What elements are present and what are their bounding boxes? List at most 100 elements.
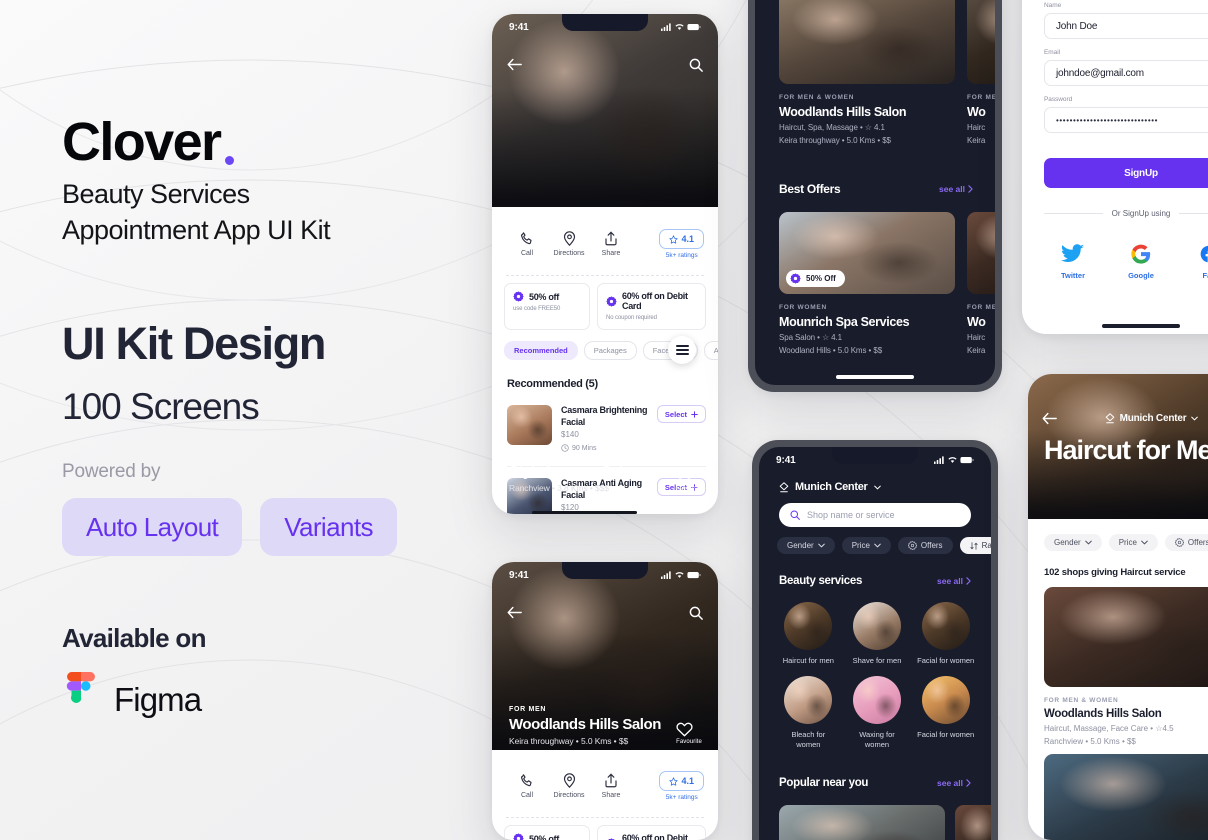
rating-badge[interactable]: 4.1 5k+ ratings bbox=[659, 229, 704, 259]
filter-offers-label: Offers bbox=[920, 541, 943, 550]
salon-name: Style Lounge Salon bbox=[509, 462, 641, 480]
name-field-group: Name John Doe bbox=[1044, 2, 1208, 39]
search-icon[interactable] bbox=[689, 606, 703, 620]
search-input[interactable]: Shop name or service bbox=[779, 503, 971, 527]
favourite-label: Favourite bbox=[676, 739, 702, 745]
rating-badge[interactable]: 4.1 5k+ ratings bbox=[659, 771, 704, 801]
salon-eyebrow: FOR MEN bbox=[509, 705, 547, 713]
call-action[interactable]: Call bbox=[506, 231, 548, 257]
chevron-right-icon bbox=[966, 779, 971, 787]
cellular-signal-icon bbox=[661, 571, 671, 579]
password-field-group: Password •••••••••••••••••••••••••••••• bbox=[1044, 96, 1208, 133]
offer-badge-icon bbox=[513, 291, 524, 302]
select-button[interactable]: Select bbox=[656, 405, 706, 423]
location-selector[interactable]: Munich Center bbox=[1105, 413, 1199, 424]
share-action[interactable]: Share bbox=[590, 231, 632, 257]
favourite-button[interactable]: Favourite bbox=[676, 469, 702, 492]
service-category-image bbox=[921, 602, 970, 650]
powered-by-label: Powered by bbox=[62, 461, 161, 482]
location-selector[interactable]: Munich Center bbox=[779, 481, 881, 493]
wifi-icon bbox=[675, 24, 684, 30]
offer-salon-card[interactable]: FOR MEN Wo Hairc Keira bbox=[967, 212, 995, 355]
password-input[interactable]: •••••••••••••••••••••••••••••• bbox=[1044, 107, 1208, 133]
filter-gender[interactable]: Gender bbox=[777, 537, 835, 554]
name-input[interactable]: John Doe bbox=[1044, 13, 1208, 39]
call-label: Call bbox=[520, 792, 534, 799]
tab-packages[interactable]: Packages bbox=[583, 341, 637, 360]
service-category[interactable]: Waxing for women bbox=[848, 675, 907, 750]
popular-card[interactable] bbox=[779, 805, 945, 840]
menu-fab-button[interactable] bbox=[668, 336, 696, 364]
popular-title: Popular near you bbox=[779, 777, 869, 789]
filter-offers[interactable]: Offers bbox=[1164, 534, 1208, 551]
offer-card[interactable]: 50% off use code FREE50 bbox=[504, 825, 590, 840]
clock-icon bbox=[561, 444, 569, 453]
offer-card[interactable]: 60% off on Debit Card No coupon required bbox=[597, 825, 706, 840]
search-placeholder: Shop name or service bbox=[807, 510, 895, 520]
filter-price[interactable]: Price bbox=[841, 537, 891, 554]
popular-see-all[interactable]: see all bbox=[937, 778, 971, 788]
see-all-label: see all bbox=[937, 576, 963, 586]
popular-card[interactable] bbox=[955, 805, 991, 840]
offer-card[interactable]: 60% off on Debit Card No coupon required bbox=[597, 283, 706, 330]
offer-card-carousel: 50% Off FOR WOMEN Mounrich Spa Services … bbox=[755, 212, 995, 355]
phone-mockup-salon-detail: 9:41 FOR WOMEN Style Lounge Salon Ranchv… bbox=[492, 14, 718, 514]
tab-more[interactable]: Ap bbox=[703, 341, 718, 360]
phone-notch bbox=[562, 14, 648, 31]
service-category[interactable]: Facial for women bbox=[916, 675, 975, 750]
google-icon bbox=[1131, 244, 1151, 264]
service-category[interactable]: Haircut for men bbox=[779, 602, 838, 666]
filter-price[interactable]: Price bbox=[1108, 534, 1158, 551]
service-thumbnail bbox=[507, 405, 552, 445]
directions-action[interactable]: Directions bbox=[548, 773, 590, 799]
service-category[interactable]: Facial for women bbox=[916, 602, 975, 666]
back-arrow-icon[interactable] bbox=[507, 606, 522, 620]
offer-card[interactable]: 50% off use code FREE50 bbox=[504, 283, 590, 330]
phone-mockup-dark-home: 9:41 Munich Center Shop name or service … bbox=[752, 440, 998, 840]
salon-card[interactable]: FOR MEN & WOMEN Woodlands Hills Salon Ha… bbox=[779, 0, 955, 145]
call-action[interactable]: Call bbox=[506, 773, 548, 799]
shop-list-item[interactable]: FOR MEN & WOMEN Woodlands Hills Salon Ha… bbox=[1044, 587, 1208, 746]
back-arrow-icon[interactable] bbox=[1042, 412, 1057, 425]
directions-action[interactable]: Directions bbox=[548, 231, 590, 257]
beauty-services-header: Beauty services see all bbox=[779, 575, 971, 587]
haircut-nav-bar: Munich Center bbox=[1028, 412, 1208, 425]
best-offers-see-all[interactable]: see all bbox=[939, 184, 973, 194]
back-arrow-icon[interactable] bbox=[507, 58, 522, 72]
filter-offers[interactable]: Offers bbox=[897, 537, 953, 554]
salon-meta: Ranchview • 3.8 Kms • $$$ bbox=[509, 483, 609, 493]
password-label: Password bbox=[1044, 96, 1073, 103]
salon-nav-bar bbox=[492, 606, 718, 620]
battery-icon bbox=[687, 23, 701, 31]
status-icons bbox=[661, 571, 701, 579]
search-icon[interactable] bbox=[689, 58, 703, 72]
google-login-button[interactable]: Google bbox=[1112, 244, 1170, 280]
facebook-login-button[interactable]: Fac bbox=[1180, 244, 1208, 280]
email-input[interactable]: johndoe@gmail.com bbox=[1044, 60, 1208, 86]
tab-recommended[interactable]: Recommended bbox=[504, 341, 578, 360]
signup-button[interactable]: SignUp bbox=[1044, 158, 1208, 188]
location-marker-icon bbox=[779, 481, 789, 492]
service-category[interactable]: Shave for men bbox=[848, 602, 907, 666]
filter-rating[interactable]: Rating bbox=[959, 537, 991, 554]
service-category[interactable]: Bleach for women bbox=[779, 675, 838, 750]
best-offers-title: Best Offers bbox=[779, 182, 841, 196]
powered-by-chip-row: Auto Layout Variants bbox=[62, 498, 397, 556]
call-label: Call bbox=[520, 250, 534, 257]
filter-gender[interactable]: Gender bbox=[1044, 534, 1102, 551]
offer-salon-card[interactable]: 50% Off FOR WOMEN Mounrich Spa Services … bbox=[779, 212, 955, 355]
twitter-login-button[interactable]: Twitter bbox=[1044, 244, 1102, 280]
favourite-button[interactable]: Favourite bbox=[676, 722, 702, 745]
beauty-see-all[interactable]: see all bbox=[937, 576, 971, 586]
shop-eyebrow: FOR MEN & WOMEN bbox=[1044, 697, 1119, 704]
salon-meta: Keira throughway • 5.0 Kms • $$ bbox=[509, 736, 629, 746]
offer-badge-icon bbox=[606, 295, 617, 307]
star-icon bbox=[669, 776, 679, 786]
salon-card[interactable]: FOR MEN Wo Hairc Keira bbox=[967, 0, 995, 145]
salon-card-image bbox=[779, 0, 955, 84]
rating-value: 4.1 bbox=[681, 776, 694, 786]
share-action[interactable]: Share bbox=[590, 773, 632, 799]
offer-tag-icon bbox=[1174, 538, 1184, 547]
service-list-item[interactable]: Casmara Brightening Facial $140 90 Mins … bbox=[507, 405, 706, 453]
shop-list-item[interactable] bbox=[1044, 754, 1208, 840]
